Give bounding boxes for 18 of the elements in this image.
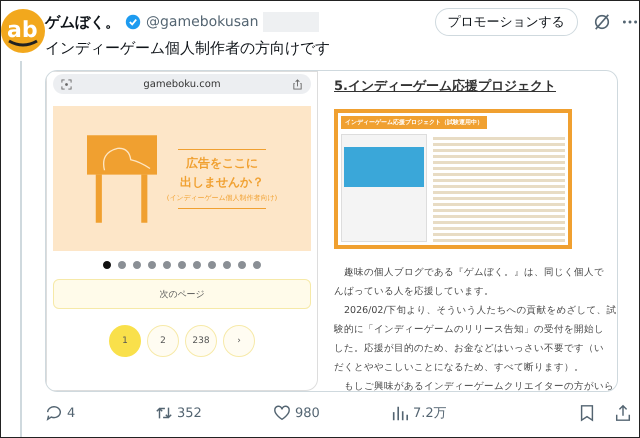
url-text: gameboku.com — [143, 78, 221, 90]
ad-headline: 広告をここに — [186, 154, 258, 172]
like-count: 980 — [295, 406, 320, 420]
reply-count: 4 — [67, 406, 76, 420]
article-text: 趣味の個人ブログである『ゲムぼく。』は、同じく個人で んばっている人を応援しています。 2026/02/下旬より、そういう人たちへの貢献をめざして、試 験的に「インディーゲームのリリース告知」の受付を開始し した。応援が目的のため、お金などはいっさい不要です（い だくとややこしいことになるため、すべて断ります）。 もしご興味があるインディーゲームクリエイターの方がいら — [334, 266, 617, 391]
view-count: 7.2万 — [413, 405, 447, 422]
page-button[interactable]: › — [223, 325, 255, 357]
author-name[interactable]: ゲムぼく。 — [45, 12, 120, 32]
article-heading: 5.インディーゲーム応援プロジェクト — [334, 78, 557, 95]
repost-count: 352 — [177, 406, 202, 420]
page-button[interactable]: 2 — [147, 325, 179, 357]
promote-button[interactable]: プロモーションする — [434, 8, 578, 36]
next-page-button[interactable]: 次のページ — [53, 279, 311, 309]
post-text: インディーゲーム個人制作者の方向けです — [45, 39, 331, 58]
page-button[interactable]: 1 — [109, 325, 141, 357]
author-handle[interactable]: @gamebokusan — [146, 14, 258, 30]
page-button[interactable]: 238 — [185, 325, 217, 357]
ad-headline: 出しませんか？ — [180, 174, 264, 190]
